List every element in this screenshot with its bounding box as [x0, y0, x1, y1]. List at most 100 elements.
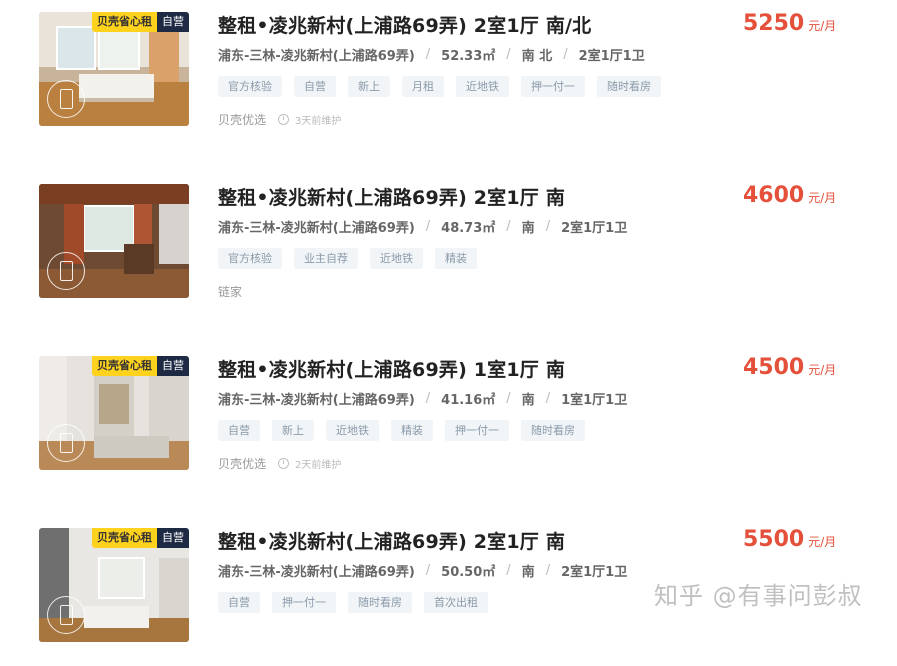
tag: 随时看房 [521, 420, 585, 441]
meta-separator: / [425, 391, 431, 406]
listing-price: 4500 元/月 [743, 355, 836, 380]
listing-source: 贝壳优选 3天前维护 [218, 111, 341, 128]
brand-badge: 贝壳省心租 [92, 12, 157, 32]
tag: 月租 [402, 76, 444, 97]
layout-text: 2室1厅1卫 [561, 565, 628, 580]
listing-photo[interactable] [39, 184, 189, 298]
area-text: 52.33㎡ [441, 49, 496, 64]
tag: 官方核验 [218, 248, 282, 269]
vr-tour-icon[interactable] [47, 252, 85, 290]
self-operated-badge: 自营 [157, 356, 189, 376]
tag: 押一付一 [445, 420, 509, 441]
price-value: 4600 [743, 183, 805, 208]
tag: 近地铁 [456, 76, 509, 97]
tag-list: 自营 押一付一 随时看房 首次出租 [218, 592, 500, 613]
listing-photo[interactable]: 贝壳省心租 自营 [39, 356, 189, 470]
meta-separator: / [425, 563, 431, 578]
listing-price: 5500 元/月 [743, 527, 836, 552]
area-text: 41.16㎡ [441, 393, 496, 408]
tag: 押一付一 [521, 76, 585, 97]
maintained-text: 3天前维护 [295, 116, 342, 127]
vr-tour-icon[interactable] [47, 596, 85, 634]
meta-separator: / [425, 47, 431, 62]
meta-separator: / [506, 391, 511, 406]
orientation-text: 南 北 [521, 49, 553, 64]
listing-price: 5250 元/月 [743, 11, 836, 36]
listing-meta: 浦东-三林-凌兆新村(上浦路69弄) / 41.16㎡ / 南 / 1室1厅1卫 [218, 389, 627, 408]
meta-separator: / [506, 47, 511, 62]
listing-title[interactable]: 整租•凌兆新村(上浦路69弄) 2室1厅 南/北 [218, 11, 591, 38]
tag: 新上 [272, 420, 314, 441]
tag: 新上 [348, 76, 390, 97]
layout-text: 2室1厅1卫 [578, 49, 645, 64]
price-unit: 元/月 [808, 535, 837, 549]
location-text[interactable]: 浦东-三林-凌兆新村(上浦路69弄) [218, 561, 415, 580]
orientation-text: 南 [521, 393, 535, 408]
meta-separator: / [563, 47, 568, 62]
meta-separator: / [425, 219, 431, 234]
meta-separator: / [506, 219, 511, 234]
vr-tour-icon[interactable] [47, 80, 85, 118]
location-text[interactable]: 浦东-三林-凌兆新村(上浦路69弄) [218, 217, 415, 236]
area-text: 50.50㎡ [441, 565, 496, 580]
layout-text: 1室1厅1卫 [561, 393, 628, 408]
tag: 近地铁 [370, 248, 423, 269]
listing-source: 贝壳优选 2天前维护 [218, 455, 341, 472]
listing-source: 链家 [218, 283, 242, 300]
self-operated-badge: 自营 [157, 528, 189, 548]
source-text: 链家 [218, 285, 243, 299]
meta-separator: / [545, 391, 551, 406]
price-value: 5500 [743, 527, 805, 552]
listing-price: 4600 元/月 [743, 183, 836, 208]
listing-title[interactable]: 整租•凌兆新村(上浦路69弄) 1室1厅 南 [218, 355, 565, 382]
listing-photo[interactable]: 贝壳省心租 自营 [39, 12, 189, 126]
tag-list: 自营 新上 近地铁 精装 押一付一 随时看房 [218, 420, 597, 441]
listing-meta: 浦东-三林-凌兆新村(上浦路69弄) / 50.50㎡ / 南 / 2室1厅1卫 [218, 561, 627, 580]
meta-separator: / [545, 219, 551, 234]
vr-tour-icon[interactable] [47, 424, 85, 462]
tag: 首次出租 [424, 592, 488, 613]
self-operated-badge: 自营 [157, 12, 189, 32]
tag: 精装 [435, 248, 477, 269]
brand-badge: 贝壳省心租 [92, 528, 157, 548]
price-value: 5250 [743, 11, 805, 36]
tag: 自营 [294, 76, 336, 97]
listing-card[interactable]: 贝壳省心租 自营 整租•凌兆新村(上浦路69弄) 1室1厅 南 浦东-三林-凌兆… [0, 344, 897, 494]
tag: 自营 [218, 592, 260, 613]
tag-list: 官方核验 业主自荐 近地铁 精装 [218, 248, 489, 269]
location-text[interactable]: 浦东-三林-凌兆新村(上浦路69弄) [218, 45, 415, 64]
price-unit: 元/月 [808, 363, 837, 377]
area-text: 48.73㎡ [441, 221, 496, 236]
source-text: 贝壳优选 [218, 113, 267, 127]
tag: 近地铁 [326, 420, 379, 441]
clock-icon [278, 114, 290, 125]
location-text[interactable]: 浦东-三林-凌兆新村(上浦路69弄) [218, 389, 415, 408]
listing-meta: 浦东-三林-凌兆新村(上浦路69弄) / 52.33㎡ / 南 北 / 2室1厅… [218, 45, 645, 64]
tag: 押一付一 [272, 592, 336, 613]
tag: 业主自荐 [294, 248, 358, 269]
source-text: 贝壳优选 [218, 457, 267, 471]
orientation-text: 南 [521, 565, 535, 580]
meta-separator: / [545, 563, 551, 578]
maintained-text: 2天前维护 [295, 460, 342, 471]
listing-photo[interactable]: 贝壳省心租 自营 [39, 528, 189, 642]
tag: 自营 [218, 420, 260, 441]
listing-title[interactable]: 整租•凌兆新村(上浦路69弄) 2室1厅 南 [218, 183, 565, 210]
price-value: 4500 [743, 355, 805, 380]
tag: 随时看房 [597, 76, 661, 97]
listing-card[interactable]: 整租•凌兆新村(上浦路69弄) 2室1厅 南 浦东-三林-凌兆新村(上浦路69弄… [0, 172, 897, 322]
tag: 官方核验 [218, 76, 282, 97]
orientation-text: 南 [521, 221, 535, 236]
meta-separator: / [506, 563, 511, 578]
price-unit: 元/月 [808, 191, 837, 205]
tag: 随时看房 [348, 592, 412, 613]
brand-badge: 贝壳省心租 [92, 356, 157, 376]
listing-card[interactable]: 贝壳省心租 自营 整租•凌兆新村(上浦路69弄) 2室1厅 南/北 浦东-三林-… [0, 0, 897, 150]
listing-meta: 浦东-三林-凌兆新村(上浦路69弄) / 48.73㎡ / 南 / 2室1厅1卫 [218, 217, 627, 236]
tag-list: 官方核验 自营 新上 月租 近地铁 押一付一 随时看房 [218, 76, 673, 97]
price-unit: 元/月 [808, 19, 837, 33]
tag: 精装 [391, 420, 433, 441]
layout-text: 2室1厅1卫 [561, 221, 628, 236]
watermark: 知乎 @有事问彭叔 [654, 582, 863, 610]
listing-title[interactable]: 整租•凌兆新村(上浦路69弄) 2室1厅 南 [218, 527, 565, 554]
